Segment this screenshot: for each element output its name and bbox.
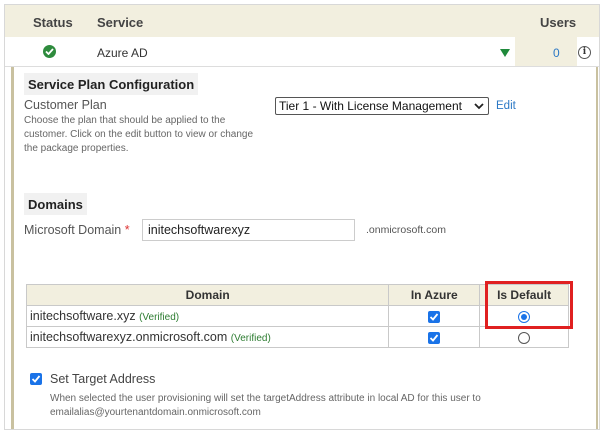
- domain-column-header: Domain: [25, 284, 390, 306]
- in-azure-cell: [388, 326, 481, 348]
- table-header: Status Service Users: [5, 5, 599, 37]
- service-row-azure-ad[interactable]: Azure AD 0 i: [5, 37, 599, 67]
- service-config-window: Status Service Users Azure AD 0 i Servic…: [4, 4, 600, 430]
- in-azure-column-header: In Azure: [388, 284, 481, 306]
- domains-section-title: Domains: [24, 193, 87, 215]
- set-target-address-checkbox[interactable]: [30, 373, 42, 385]
- check-circle-icon: [43, 45, 56, 58]
- customer-plan-select[interactable]: Tier 1 - With License Management: [275, 97, 489, 115]
- in-azure-cell: [388, 305, 481, 327]
- in-azure-checkbox[interactable]: [428, 331, 441, 344]
- verified-badge: (Verified): [139, 312, 180, 323]
- domain-cell: initechsoftwarexyz.onmicrosoft.com (Veri…: [25, 326, 390, 348]
- edit-plan-link[interactable]: Edit: [496, 100, 516, 112]
- target-address-description: When selected the user provisioning will…: [50, 393, 481, 418]
- is-default-radio[interactable]: [518, 331, 531, 344]
- users-column-header: Users: [540, 15, 577, 30]
- microsoft-domain-input[interactable]: [142, 219, 355, 241]
- in-azure-checkbox[interactable]: [428, 310, 441, 323]
- service-details-panel: Service Plan Configuration Customer Plan…: [11, 67, 598, 429]
- status-column-header: Status: [33, 15, 73, 30]
- domain-name: initechsoftware.xyz: [30, 309, 136, 323]
- domain-suffix: .onmicrosoft.com: [366, 224, 446, 236]
- users-cell: [515, 37, 577, 66]
- expand-triangle-icon[interactable]: [500, 49, 510, 57]
- microsoft-domain-label-text: Microsoft Domain: [24, 223, 122, 237]
- domain-name: initechsoftwarexyz.onmicrosoft.com: [30, 330, 228, 344]
- is-default-cell: [479, 326, 569, 348]
- microsoft-domain-label: Microsoft Domain *: [24, 223, 130, 237]
- selected-plan-value: Tier 1 - With License Management: [279, 99, 462, 113]
- users-count-link[interactable]: 0: [553, 46, 560, 60]
- customer-plan-description: Choose the plan that should be applied t…: [24, 115, 254, 154]
- table-row: initechsoftwarexyz.onmicrosoft.com (Veri…: [25, 326, 569, 348]
- service-name: Azure AD: [97, 46, 148, 60]
- required-asterisk: *: [124, 223, 130, 237]
- customer-plan-label: Customer Plan: [24, 98, 107, 112]
- set-target-address-label: Set Target Address: [50, 372, 156, 386]
- verified-badge: (Verified): [230, 333, 271, 344]
- service-column-header: Service: [97, 15, 144, 30]
- domain-cell: initechsoftware.xyz (Verified): [25, 305, 390, 327]
- is-default-highlight-box: [485, 281, 573, 329]
- chevron-down-icon: [472, 98, 486, 114]
- info-icon[interactable]: i: [578, 46, 591, 59]
- service-plan-section-title: Service Plan Configuration: [24, 73, 199, 95]
